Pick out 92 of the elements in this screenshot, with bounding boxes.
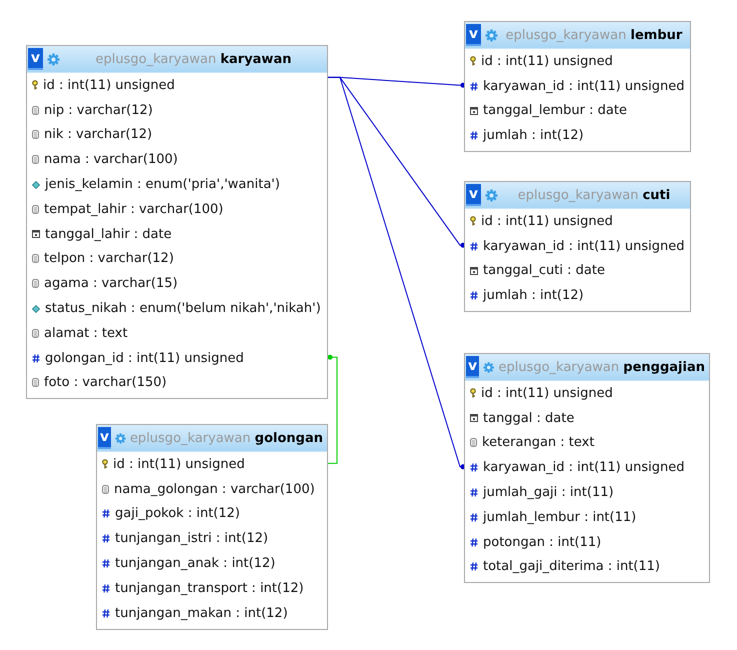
column-name: tanggal_lembur : date xyxy=(483,103,627,118)
text-field-icon xyxy=(32,254,39,264)
column-name: telpon : varchar(12) xyxy=(44,251,174,266)
table-card[interactable] xyxy=(96,424,328,630)
column-name: jumlah_gaji : int(11) xyxy=(483,485,614,500)
column-name: tunjangan_anak : int(12) xyxy=(115,556,276,572)
diamond-icon xyxy=(32,180,40,189)
table-title: eplusgo_karyawan golongan xyxy=(130,430,323,446)
column-name: jenis_kelamin : enum('pria','wanita') xyxy=(45,177,280,192)
table-title: eplusgo_karyawan penggajian xyxy=(498,360,705,374)
hash-icon xyxy=(32,354,40,363)
column-name: tempat_lahir : varchar(100) xyxy=(44,202,224,217)
hash-icon xyxy=(470,538,478,547)
table-title: eplusgo_karyawan cuti xyxy=(516,188,672,202)
diamond-icon xyxy=(32,304,40,313)
column-name: nama_golongan : varchar(100) xyxy=(114,482,315,497)
column-name: gaji_pokok : int(12) xyxy=(115,506,240,522)
column-name: jumlah_lembur : int(11) xyxy=(483,510,636,525)
key-icon xyxy=(470,216,476,226)
column-name: tunjangan_istri : int(12) xyxy=(115,531,268,546)
column-name: id : int(11) unsigned xyxy=(113,456,245,472)
text-field-icon xyxy=(32,378,39,388)
column-name: tanggal_lahir : date xyxy=(45,226,172,242)
toggle-button[interactable]: v xyxy=(466,356,480,378)
table-title: eplusgo_karyawan lembur xyxy=(504,28,684,42)
hash-icon xyxy=(102,559,110,568)
column-name: karyawan_id : int(11) unsigned xyxy=(483,460,684,476)
column-name: keterangan : text xyxy=(482,435,594,450)
table-card[interactable]: v eplusgo_karyawan lembur id : int(11) unsigned karyawan_id : int(11) unsigned tanggal_lembur : date jumlah : int(12) xyxy=(464,21,691,152)
key-icon xyxy=(32,80,38,90)
column-name: karyawan_id : int(11) unsigned xyxy=(483,238,684,254)
column-name: tunjangan_makan : int(12) xyxy=(115,606,288,621)
calendar-icon xyxy=(470,414,478,422)
text-field-icon xyxy=(102,484,109,494)
toggle-button[interactable]: v xyxy=(28,48,43,70)
hash-icon xyxy=(470,291,478,300)
key-icon xyxy=(470,388,476,398)
column-name: agama : varchar(15) xyxy=(44,276,178,292)
text-field-icon xyxy=(32,328,39,338)
column-name: potongan : int(11) xyxy=(483,534,602,550)
toggle-button[interactable]: v xyxy=(98,427,111,449)
key-icon xyxy=(102,459,108,470)
hash-icon xyxy=(470,131,478,140)
hash-icon xyxy=(470,512,478,522)
text-field-icon xyxy=(32,279,39,288)
column-name: golongan_id : int(11) unsigned xyxy=(45,350,244,366)
column-name: total_gaji_diterima : int(11) xyxy=(483,559,660,574)
text-field-icon xyxy=(32,106,39,115)
hash-icon xyxy=(102,534,110,544)
calendar-icon xyxy=(470,266,478,275)
column-name: id : int(11) unsigned xyxy=(481,214,613,229)
column-name: foto : varchar(150) xyxy=(44,375,167,390)
column-name: nip : varchar(12) xyxy=(44,102,153,118)
settings-icon[interactable] xyxy=(485,188,498,202)
column-name: nama : varchar(100) xyxy=(44,152,178,168)
calendar-icon xyxy=(32,230,40,238)
text-field-icon xyxy=(470,438,477,448)
table-title: eplusgo_karyawan karyawan xyxy=(94,52,292,66)
hash-icon xyxy=(102,584,110,593)
settings-icon[interactable] xyxy=(114,432,126,444)
hash-icon xyxy=(470,488,478,498)
table-card[interactable] xyxy=(464,353,710,584)
settings-icon[interactable] xyxy=(47,52,60,66)
column-name: tunjangan_transport : int(12) xyxy=(115,580,304,596)
hash-icon xyxy=(470,463,478,472)
hash-icon xyxy=(470,82,478,91)
key-icon xyxy=(470,56,476,66)
settings-icon[interactable] xyxy=(485,28,498,42)
column-name: status_nikah : enum('belum nikah','nikah') xyxy=(45,301,321,316)
column-name: alamat : text xyxy=(44,326,128,341)
hash-icon xyxy=(102,509,110,518)
settings-icon[interactable] xyxy=(483,360,494,374)
text-field-icon xyxy=(32,130,39,140)
column-name: karyawan_id : int(11) unsigned xyxy=(483,78,684,94)
column-name: nik : varchar(12) xyxy=(44,127,152,142)
column-name: id : int(11) unsigned xyxy=(481,386,613,401)
hash-icon xyxy=(470,242,478,251)
column-name: tanggal_cuti : date xyxy=(483,263,605,278)
toggle-button[interactable]: v xyxy=(466,184,481,206)
text-field-icon xyxy=(32,204,39,214)
column-name: tanggal : date xyxy=(483,410,574,426)
text-field-icon xyxy=(32,155,39,164)
column-name: jumlah : int(12) xyxy=(483,288,584,304)
column-name: jumlah : int(12) xyxy=(483,128,584,144)
table-card[interactable] xyxy=(26,45,328,400)
calendar-icon xyxy=(470,106,478,115)
hash-icon xyxy=(470,562,478,572)
table-card[interactable]: v eplusgo_karyawan cuti id : int(11) unsigned karyawan_id : int(11) unsigned tanggal_cuti : date jumlah : int(12) xyxy=(464,181,691,312)
column-name: id : int(11) unsigned xyxy=(481,54,613,69)
column-name: id : int(11) unsigned xyxy=(43,78,175,93)
hash-icon xyxy=(102,608,110,618)
toggle-button[interactable]: v xyxy=(466,24,481,46)
